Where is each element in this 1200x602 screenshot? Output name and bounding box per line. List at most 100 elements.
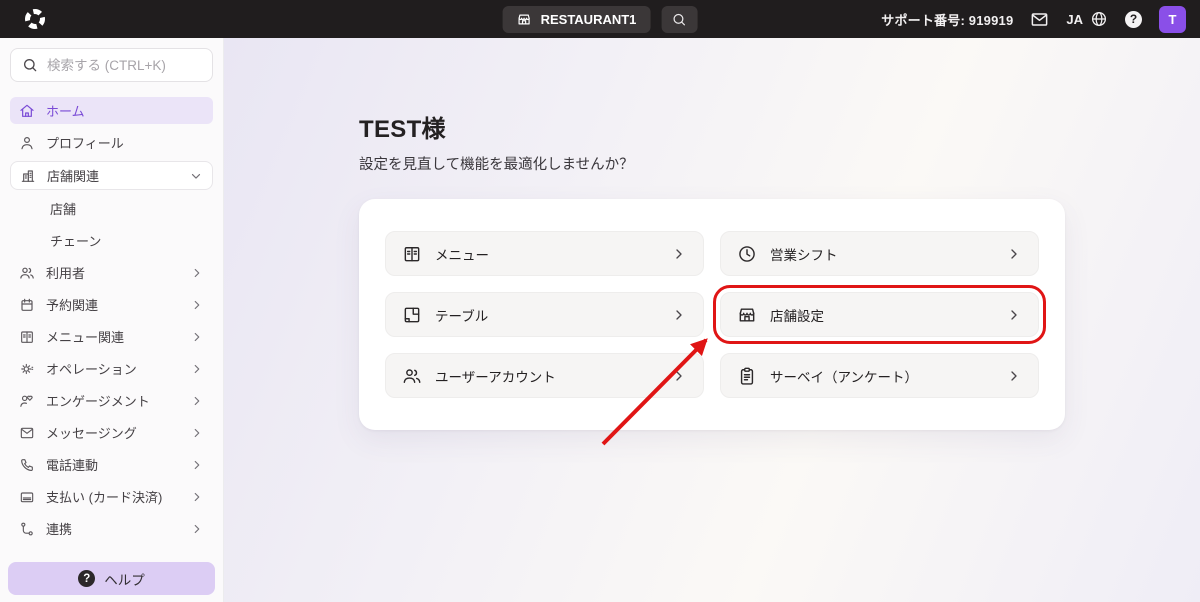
topbar: RESTAURANT1 サポート番号: 919919 JA ? T (0, 0, 1200, 38)
tile-label: 営業シフト (770, 244, 838, 264)
app-window: RESTAURANT1 サポート番号: 919919 JA ? T (0, 0, 1200, 602)
calendar-icon (19, 297, 35, 313)
sidebar-item-chain[interactable]: チェーン (10, 227, 213, 254)
chevron-right-icon (190, 330, 204, 344)
chevron-right-icon (190, 266, 204, 280)
table-tile[interactable]: テーブル (385, 292, 704, 337)
table-layout-icon (402, 305, 422, 325)
sidebar-item-label: メッセージング (46, 423, 137, 442)
sidebar-item-operation[interactable]: オペレーション (10, 355, 213, 382)
menu-book-icon (19, 329, 35, 345)
topbar-center: RESTAURANT1 (503, 6, 698, 33)
user-account-tile[interactable]: ユーザーアカウント (385, 353, 704, 398)
sidebar-item-label: 予約関連 (46, 295, 98, 314)
sidebar-item-label: オペレーション (46, 359, 137, 378)
sidebar-item-reservations[interactable]: 予約関連 (10, 291, 213, 318)
envelope-icon (19, 425, 35, 441)
tile-label: メニュー (435, 244, 489, 264)
sidebar-item-label: メニュー関連 (46, 327, 124, 346)
gear-icon (19, 361, 35, 377)
chevron-right-icon (190, 458, 204, 472)
main-area: TEST様 設定を見直して機能を最適化しませんか？ メニュー 営業シフト (224, 38, 1200, 602)
search-icon (672, 12, 687, 27)
search-icon (22, 57, 38, 73)
page-subtitle: 設定を見直して機能を最適化しませんか？ (359, 153, 1065, 174)
user-icon (19, 135, 35, 151)
home-icon (19, 103, 35, 119)
topbar-search-button[interactable] (661, 6, 697, 33)
building-icon (20, 168, 36, 184)
sidebar-item-phone[interactable]: 電話連動 (10, 451, 213, 478)
clipboard-icon (737, 366, 757, 386)
sidebar-item-menu-related[interactable]: メニュー関連 (10, 323, 213, 350)
sidebar-item-messaging[interactable]: メッセージング (10, 419, 213, 446)
help-button-label: ヘルプ (104, 569, 145, 589)
sidebar-search-box[interactable] (10, 48, 213, 82)
help-button[interactable]: ? ヘルプ (8, 562, 215, 595)
chevron-down-icon (189, 169, 203, 183)
chevron-right-icon (671, 307, 687, 323)
sidebar-item-store[interactable]: 店舗 (10, 195, 213, 222)
language-switcher[interactable]: JA (1066, 10, 1108, 28)
clock-icon (737, 244, 757, 264)
sidebar-item-label: 連携 (46, 519, 72, 538)
sidebar-item-label: プロフィール (46, 133, 124, 152)
sidebar-item-label: ホーム (46, 101, 85, 120)
topbar-right: サポート番号: 919919 JA ? T (881, 6, 1186, 33)
credit-card-icon (19, 489, 35, 505)
avatar[interactable]: T (1159, 6, 1186, 33)
tile-label: 店舗設定 (770, 305, 824, 325)
language-label: JA (1066, 12, 1083, 27)
chevron-right-icon (190, 522, 204, 536)
sidebar-item-store-related[interactable]: 店舗関連 (10, 161, 213, 190)
sidebar-item-label: 店舗 (50, 199, 76, 218)
store-selector-button[interactable]: RESTAURANT1 (503, 6, 651, 33)
globe-icon (1090, 10, 1108, 28)
chevron-right-icon (1006, 368, 1022, 384)
chevron-right-icon (190, 394, 204, 408)
sidebar-item-engagement[interactable]: エンゲージメント (10, 387, 213, 414)
users-icon (402, 366, 422, 386)
support-number-label: サポート番号: 919919 (881, 10, 1013, 29)
menu-tile[interactable]: メニュー (385, 231, 704, 276)
chevron-right-icon (190, 362, 204, 376)
quick-settings-card: メニュー 営業シフト テーブル 店 (359, 199, 1065, 430)
business-shift-tile[interactable]: 営業シフト (720, 231, 1039, 276)
chevron-right-icon (190, 298, 204, 312)
sidebar-item-label: 電話連動 (46, 455, 98, 474)
sidebar-nav: ホーム プロフィール 店舗関連 店舗 チェーン (10, 97, 213, 542)
engagement-icon (19, 393, 35, 409)
sidebar-item-label: エンゲージメント (46, 391, 150, 410)
sidebar-item-label: 利用者 (46, 263, 85, 282)
integration-icon (19, 521, 35, 537)
chevron-right-icon (1006, 307, 1022, 323)
mail-icon[interactable] (1030, 10, 1049, 29)
users-icon (19, 265, 35, 281)
menu-book-icon (402, 244, 422, 264)
tile-label: ユーザーアカウント (435, 366, 556, 386)
chevron-right-icon (190, 426, 204, 440)
help-icon[interactable]: ? (1125, 11, 1142, 28)
main-content: TEST様 設定を見直して機能を最適化しませんか？ メニュー 営業シフト (359, 38, 1065, 430)
chevron-right-icon (671, 368, 687, 384)
tile-label: テーブル (435, 305, 488, 325)
sidebar: ホーム プロフィール 店舗関連 店舗 チェーン (0, 38, 224, 602)
sidebar-item-payment[interactable]: 支払い (カード決済) (10, 483, 213, 510)
search-input[interactable] (47, 58, 224, 73)
tile-label: サーベイ（アンケート） (770, 366, 918, 386)
phone-icon (19, 457, 35, 473)
sidebar-item-label: 支払い (カード決済) (46, 487, 162, 506)
store-settings-tile[interactable]: 店舗設定 (720, 292, 1039, 337)
chevron-right-icon (671, 246, 687, 262)
sidebar-item-users[interactable]: 利用者 (10, 259, 213, 286)
page-title: TEST様 (359, 109, 1065, 144)
sidebar-item-home[interactable]: ホーム (10, 97, 213, 124)
storefront-icon (737, 305, 757, 325)
help-icon: ? (78, 570, 95, 587)
chevron-right-icon (1006, 246, 1022, 262)
sidebar-item-integration[interactable]: 連携 (10, 515, 213, 542)
sidebar-item-label: チェーン (50, 231, 101, 250)
survey-tile[interactable]: サーベイ（アンケート） (720, 353, 1039, 398)
chevron-right-icon (190, 490, 204, 504)
sidebar-item-profile[interactable]: プロフィール (10, 129, 213, 156)
